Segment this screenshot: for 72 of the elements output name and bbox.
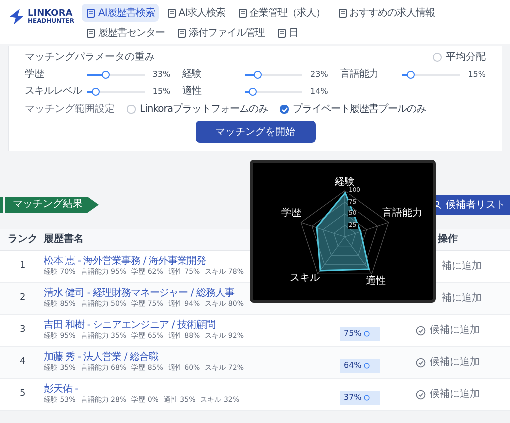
section-title: マッチングパラメータの重み bbox=[25, 50, 155, 65]
scope-checkbox[interactable]: プライベート履歴書プールのみ bbox=[280, 102, 426, 117]
document-icon bbox=[238, 8, 248, 18]
slider-thumb[interactable] bbox=[248, 88, 257, 96]
rank-cell-text: 5 bbox=[19, 388, 27, 401]
check-circle-icon bbox=[416, 390, 426, 400]
slider-label: 経験 bbox=[182, 68, 203, 82]
logo-icon bbox=[8, 8, 24, 26]
axis-label: 言語能力 bbox=[382, 208, 423, 219]
scope-checkbox[interactable]: Linkoraプラットフォームのみ bbox=[127, 102, 268, 117]
nav-tab[interactable]: AI履歴書検索 bbox=[82, 4, 159, 22]
slider-value: 23% bbox=[310, 68, 328, 80]
slider-value: 33% bbox=[152, 68, 171, 80]
document-icon bbox=[166, 8, 177, 18]
results-tag: マッチング結果 bbox=[5, 197, 99, 213]
checkbox[interactable] bbox=[280, 105, 289, 114]
slider-label: 言語能力 bbox=[340, 68, 380, 82]
rank-cell-text: 2 bbox=[19, 292, 27, 305]
nav-tab[interactable]: 履歴書センター bbox=[82, 24, 169, 42]
document-icon bbox=[276, 28, 287, 38]
nav-tab[interactable]: 日 bbox=[272, 24, 302, 42]
axis-label: スキル bbox=[290, 274, 320, 284]
slider-thumb[interactable] bbox=[254, 70, 262, 78]
match-score-badge: 37% bbox=[340, 390, 380, 404]
check-circle-icon bbox=[416, 326, 426, 336]
resume-name-link[interactable]: 彭天佑 - bbox=[44, 384, 320, 396]
slider-value: 15% bbox=[467, 68, 486, 80]
rank-cell-text: 4 bbox=[19, 356, 27, 369]
match-score-badge: 64% bbox=[340, 358, 380, 372]
resume-name-link[interactable]: 吉田 和樹 - シニアエンジニア / 技術顧問 bbox=[44, 320, 320, 332]
document-icon bbox=[176, 28, 187, 38]
slider-thumb[interactable] bbox=[102, 70, 110, 78]
nav-tab[interactable]: 企業管理（求人） bbox=[234, 4, 330, 22]
rank-cell-text: 3 bbox=[19, 324, 27, 337]
slider-label: スキルレベル bbox=[25, 85, 83, 99]
add-candidate-button[interactable]: 候補に追加 bbox=[416, 355, 480, 370]
info-icon bbox=[364, 362, 370, 368]
add-candidate-button[interactable]: 補に追加 bbox=[442, 291, 482, 306]
nav-tab[interactable]: おすすめの求人情報 bbox=[334, 4, 440, 22]
slider-thumb[interactable] bbox=[92, 88, 100, 96]
column-header: 履歴書名 bbox=[44, 232, 85, 247]
slider-label: 学歴 bbox=[25, 68, 46, 82]
document-icon bbox=[86, 8, 96, 18]
axis-label: 適性 bbox=[366, 277, 386, 288]
slider-thumb[interactable] bbox=[406, 70, 415, 78]
checkbox[interactable] bbox=[127, 105, 136, 114]
slider-value: 15% bbox=[152, 86, 171, 98]
logo-text: LINKORA bbox=[28, 10, 74, 18]
start-matching-button[interactable]: マッチングを開始 bbox=[196, 121, 316, 143]
info-icon bbox=[364, 394, 370, 400]
info-icon bbox=[364, 330, 370, 336]
add-candidate-button[interactable]: 候補に追加 bbox=[416, 387, 480, 402]
axis-label: 学歴 bbox=[281, 208, 302, 219]
slider-value: 14% bbox=[310, 86, 328, 98]
slider-label: 適性 bbox=[182, 84, 203, 99]
add-candidate-button[interactable]: 候補に追加 bbox=[416, 323, 480, 338]
resume-name-link[interactable]: 加藤 秀 - 法人営業 / 総合職 bbox=[44, 352, 320, 364]
equal-split-radio[interactable]: 平均分配 bbox=[433, 50, 486, 65]
add-candidate-button[interactable]: 補に追加 bbox=[442, 259, 482, 274]
axis-label: 経験 bbox=[335, 178, 355, 188]
check-icon bbox=[280, 106, 288, 114]
nav-tab[interactable]: 添付ファイル管理 bbox=[172, 24, 269, 42]
nav-tab[interactable]: AI求人検索 bbox=[162, 4, 230, 22]
column-header: 操作 bbox=[438, 232, 458, 247]
check-circle-icon bbox=[416, 358, 426, 368]
column-header: ランク bbox=[8, 233, 39, 247]
rank-cell-text: 1 bbox=[19, 260, 27, 273]
document-icon bbox=[86, 28, 96, 38]
tag-marker bbox=[0, 197, 3, 213]
document-icon bbox=[338, 8, 348, 18]
match-score-badge: 75% bbox=[340, 326, 380, 340]
scope-label: マッチング範囲設定 bbox=[25, 102, 115, 117]
